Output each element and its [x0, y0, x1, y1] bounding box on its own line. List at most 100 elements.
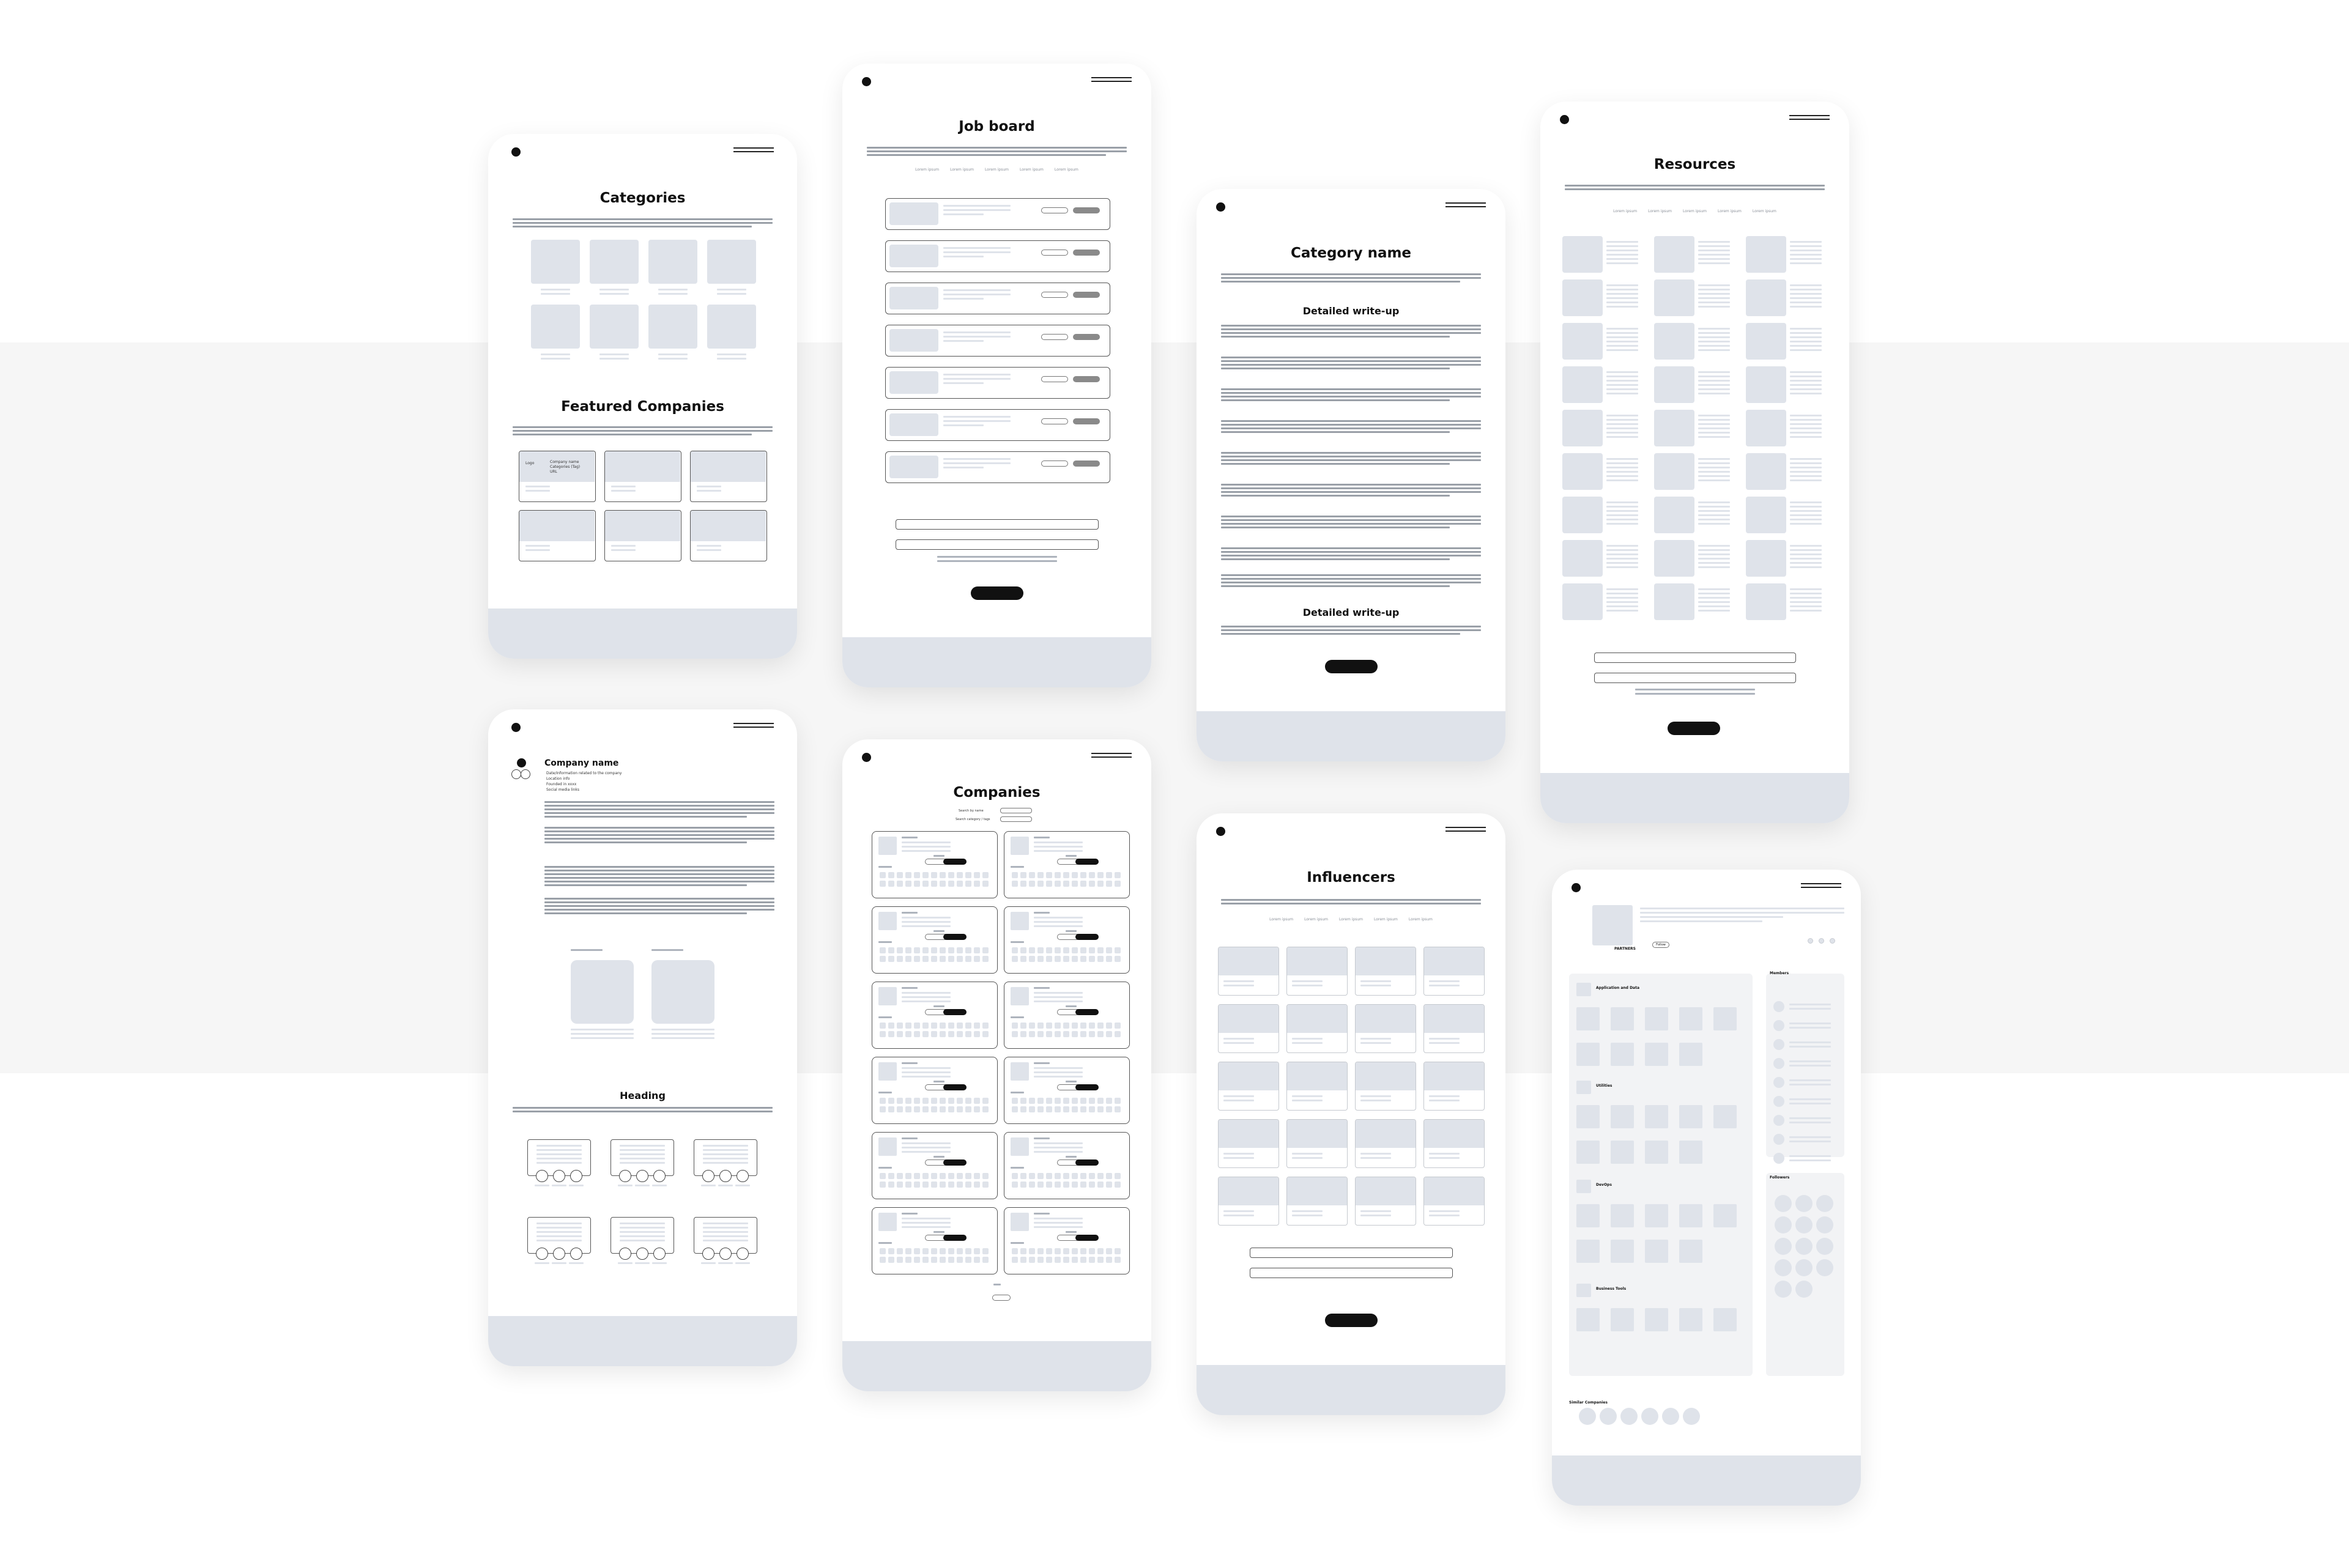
category-tile[interactable] — [648, 305, 697, 349]
tool-tile[interactable] — [1576, 1308, 1600, 1331]
similar-company-logo[interactable] — [1641, 1408, 1658, 1425]
resource-thumbnail[interactable] — [1746, 540, 1786, 577]
share-icon[interactable] — [1830, 938, 1835, 944]
job-apply-button[interactable] — [1073, 250, 1100, 256]
company-card-view[interactable] — [1075, 1159, 1099, 1166]
tab[interactable]: Lorem ipsum — [1304, 917, 1328, 922]
tool-tile[interactable] — [1576, 1240, 1600, 1263]
pagination-bar[interactable] — [1250, 1268, 1453, 1278]
tab[interactable]: Lorem ipsum — [1020, 168, 1044, 172]
filter-input[interactable] — [1000, 808, 1032, 813]
filter-input[interactable] — [1000, 816, 1032, 822]
resource-thumbnail[interactable] — [1562, 279, 1603, 316]
tool-tile[interactable] — [1645, 1007, 1668, 1030]
follower-avatar[interactable] — [1795, 1238, 1813, 1255]
resource-thumbnail[interactable] — [1654, 583, 1694, 620]
influencer-card[interactable] — [1218, 1177, 1279, 1226]
menu-icon[interactable] — [1445, 827, 1486, 832]
member-avatar[interactable] — [1773, 1153, 1784, 1164]
member-avatar[interactable] — [1773, 1134, 1784, 1145]
tool-tile[interactable] — [1679, 1007, 1702, 1030]
tool-tile[interactable] — [1576, 1141, 1600, 1164]
tool-tile[interactable] — [1611, 1141, 1634, 1164]
resource-thumbnail[interactable] — [1654, 540, 1694, 577]
tool-tile[interactable] — [1713, 1007, 1737, 1030]
tool-tile[interactable] — [1576, 1105, 1600, 1128]
member-avatar[interactable] — [1773, 1001, 1784, 1012]
company-card-view[interactable] — [943, 1084, 967, 1090]
resource-thumbnail[interactable] — [1562, 497, 1603, 533]
tab[interactable]: Lorem ipsum — [1718, 209, 1742, 213]
resource-thumbnail[interactable] — [1654, 236, 1694, 273]
company-card[interactable] — [1004, 982, 1130, 1049]
job-save-button[interactable] — [1041, 376, 1068, 382]
similar-company-logo[interactable] — [1579, 1408, 1596, 1425]
follower-avatar[interactable] — [1775, 1238, 1792, 1255]
member-avatar[interactable] — [1773, 1115, 1784, 1126]
company-card[interactable] — [1004, 831, 1130, 898]
member-avatar[interactable] — [1773, 1096, 1784, 1107]
influencer-card[interactable] — [1423, 1062, 1485, 1111]
tool-tile[interactable] — [1611, 1308, 1634, 1331]
resource-thumbnail[interactable] — [1562, 453, 1603, 490]
job-apply-button[interactable] — [1073, 207, 1100, 213]
tool-tile[interactable] — [1611, 1043, 1634, 1066]
category-tile[interactable] — [648, 240, 697, 284]
follower-avatar[interactable] — [1816, 1195, 1833, 1212]
tab[interactable]: Lorem ipsum — [985, 168, 1009, 172]
featured-company-card[interactable] — [690, 510, 767, 561]
share-icon[interactable] — [1808, 938, 1813, 944]
job-listing-row[interactable] — [885, 240, 1110, 272]
resource-thumbnail[interactable] — [1562, 583, 1603, 620]
tool-tile[interactable] — [1645, 1308, 1668, 1331]
job-save-button[interactable] — [1041, 460, 1068, 467]
member-avatar[interactable] — [1773, 1039, 1784, 1050]
company-card-view[interactable] — [1075, 1235, 1099, 1241]
load-more-button[interactable] — [1325, 1314, 1378, 1327]
company-card-view[interactable] — [943, 1159, 967, 1166]
influencer-card[interactable] — [1286, 1004, 1348, 1053]
menu-icon[interactable] — [733, 723, 774, 728]
tool-tile[interactable] — [1679, 1308, 1702, 1331]
menu-icon[interactable] — [1091, 753, 1132, 758]
job-save-button[interactable] — [1041, 334, 1068, 340]
tab[interactable]: Lorem ipsum — [1753, 209, 1776, 213]
tab[interactable]: Lorem ipsum — [1269, 917, 1293, 922]
pagination-bar[interactable] — [1250, 1248, 1453, 1258]
resource-thumbnail[interactable] — [1746, 410, 1786, 446]
resource-thumbnail[interactable] — [1746, 453, 1786, 490]
social-icon[interactable] — [521, 769, 530, 779]
follower-avatar[interactable] — [1775, 1281, 1792, 1298]
company-card-view[interactable] — [1075, 1084, 1099, 1090]
resource-thumbnail[interactable] — [1746, 236, 1786, 273]
resource-thumbnail[interactable] — [1746, 583, 1786, 620]
company-card-view[interactable] — [943, 934, 967, 940]
tab[interactable]: Lorem ipsum — [1683, 209, 1707, 213]
influencer-card[interactable] — [1423, 1119, 1485, 1168]
category-tile[interactable] — [590, 305, 639, 349]
company-card[interactable] — [872, 1132, 998, 1199]
category-tile[interactable] — [531, 240, 580, 284]
follower-avatar[interactable] — [1816, 1216, 1833, 1233]
pagination-bar[interactable] — [1594, 673, 1796, 683]
job-save-button[interactable] — [1041, 207, 1068, 213]
tool-tile[interactable] — [1713, 1204, 1737, 1227]
company-card-view[interactable] — [1075, 859, 1099, 865]
influencer-card[interactable] — [1355, 1177, 1416, 1226]
featured-company-card[interactable] — [690, 451, 767, 502]
influencer-card[interactable] — [1286, 1062, 1348, 1111]
job-listing-row[interactable] — [885, 409, 1110, 441]
job-listing-row[interactable] — [885, 283, 1110, 314]
category-tile[interactable] — [707, 240, 756, 284]
member-avatar[interactable] — [1773, 1058, 1784, 1069]
job-save-button[interactable] — [1041, 418, 1068, 424]
influencer-card[interactable] — [1218, 1119, 1279, 1168]
tool-tile[interactable] — [1679, 1043, 1702, 1066]
category-tile[interactable] — [707, 305, 756, 349]
follower-avatar[interactable] — [1775, 1216, 1792, 1233]
tool-tile[interactable] — [1679, 1204, 1702, 1227]
category-tile[interactable] — [590, 240, 639, 284]
pagination-bar[interactable] — [1594, 653, 1796, 663]
media-thumbnail[interactable] — [651, 960, 714, 1024]
resource-thumbnail[interactable] — [1746, 323, 1786, 360]
